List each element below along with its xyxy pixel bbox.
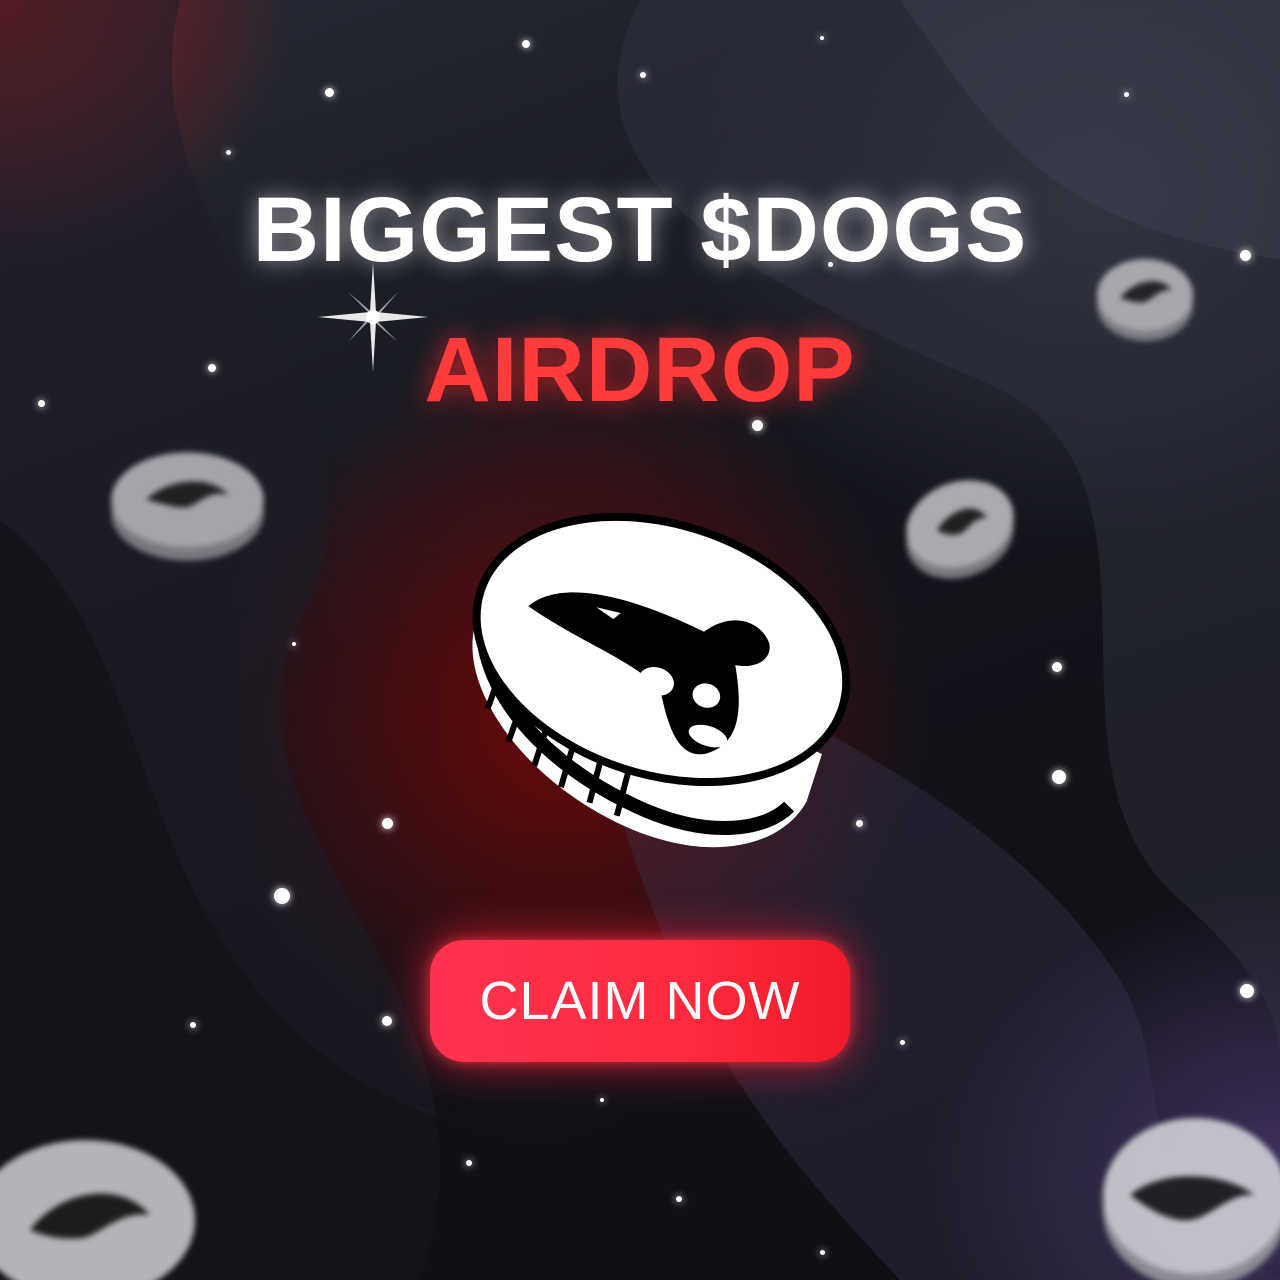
dogs-coin-icon bbox=[906, 480, 1014, 579]
star-icon bbox=[676, 1196, 682, 1202]
star-icon bbox=[226, 150, 231, 155]
star-icon bbox=[292, 642, 296, 646]
headline-line2: AIRDROP bbox=[424, 319, 856, 421]
star-icon bbox=[190, 1022, 196, 1028]
star-icon bbox=[900, 1040, 905, 1045]
star-icon bbox=[640, 72, 646, 78]
dogs-coin-icon bbox=[472, 512, 851, 848]
star-icon bbox=[274, 888, 290, 904]
star-icon bbox=[820, 1250, 825, 1255]
star-icon bbox=[1124, 92, 1129, 97]
star-icon bbox=[1052, 662, 1062, 672]
claim-now-label: CLAIM NOW bbox=[479, 971, 801, 1031]
star-icon bbox=[325, 88, 334, 97]
star-icon bbox=[820, 36, 824, 40]
star-icon bbox=[382, 1016, 392, 1026]
dogs-coin-icon bbox=[111, 452, 264, 561]
claim-now-button[interactable]: CLAIM NOW bbox=[430, 940, 850, 1062]
star-icon bbox=[522, 40, 530, 48]
star-icon bbox=[600, 1098, 604, 1102]
dogs-coin-icon bbox=[0, 1140, 195, 1280]
star-icon bbox=[1052, 770, 1066, 784]
airdrop-banner: BIGGEST $DOGS AIRDROP CLAIM NOW bbox=[0, 0, 1280, 1280]
star-icon bbox=[382, 818, 393, 829]
star-icon bbox=[1240, 984, 1254, 998]
dogs-coin-icon bbox=[1103, 1118, 1280, 1280]
star-icon bbox=[466, 1160, 472, 1166]
headline-line1: BIGGEST $DOGS bbox=[252, 179, 1028, 281]
